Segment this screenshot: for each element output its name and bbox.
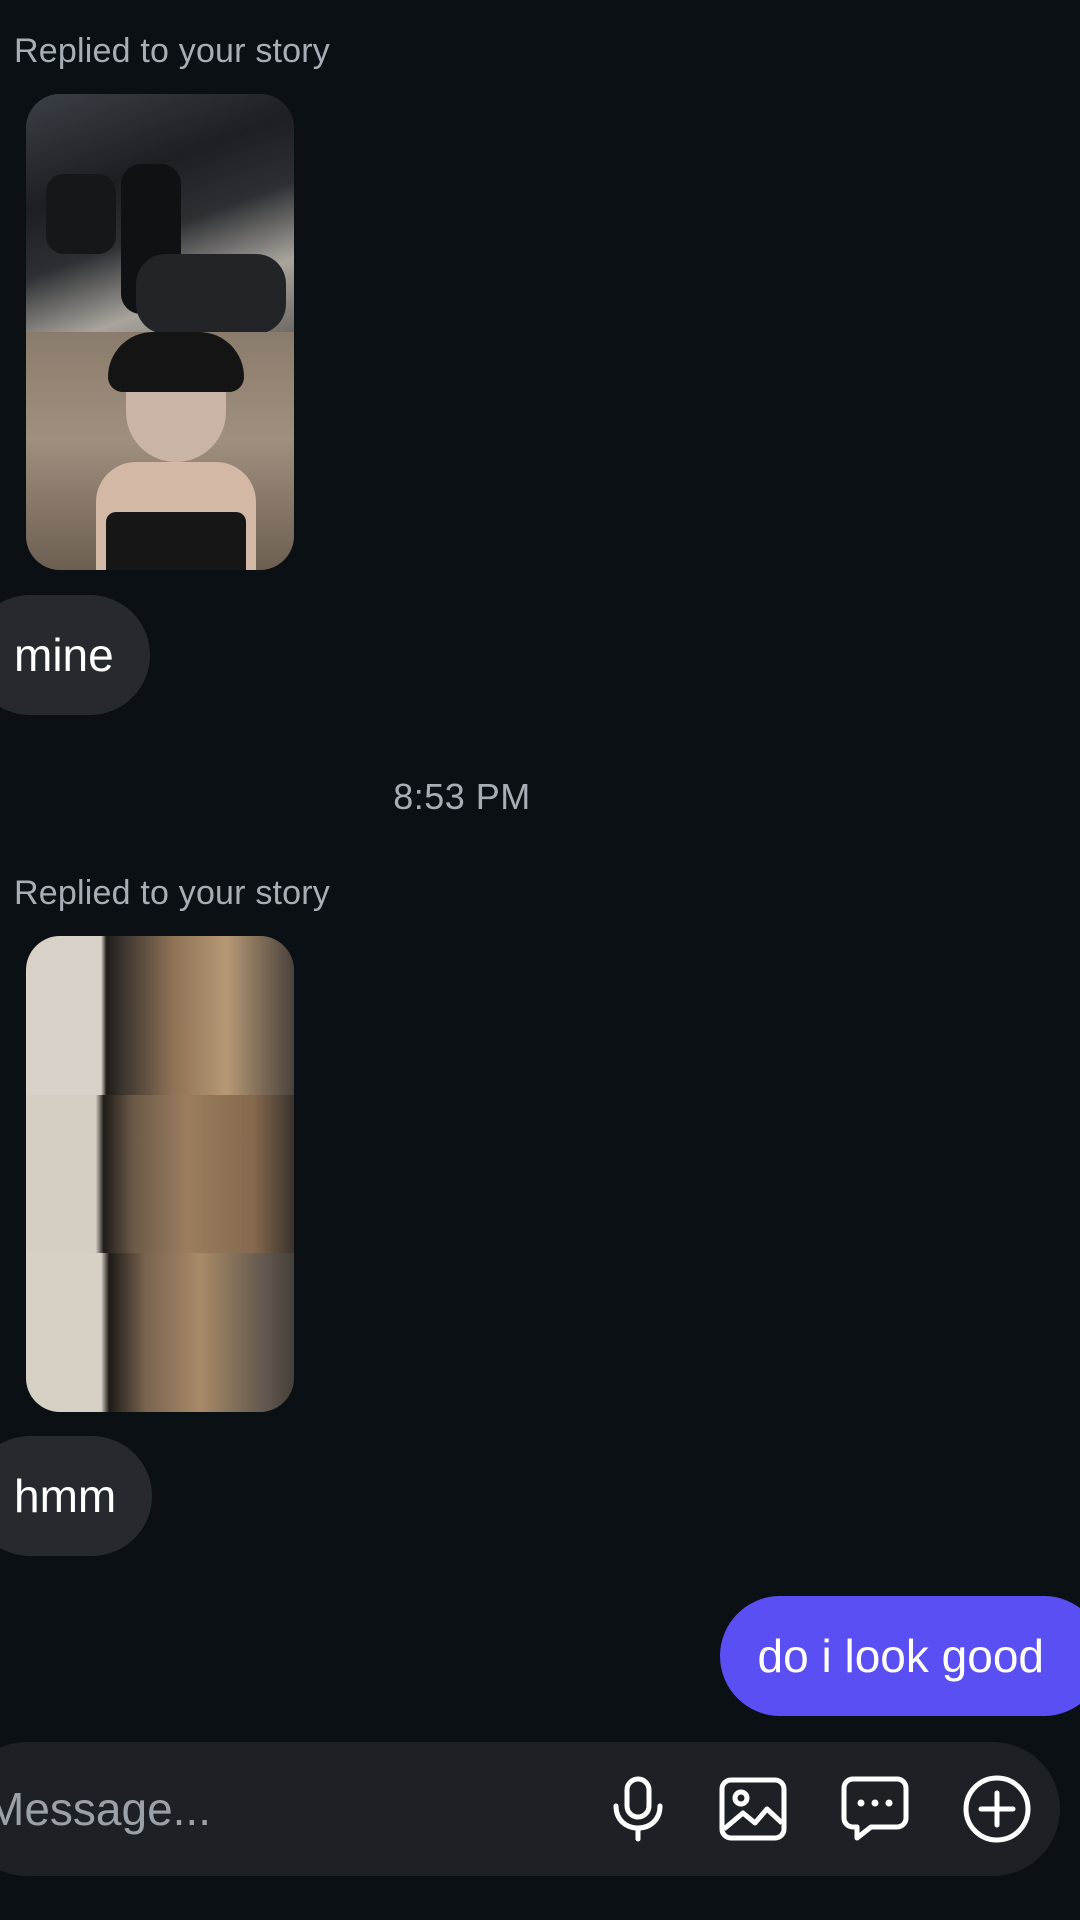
incoming-message-bubble[interactable]: mine [0,595,150,715]
car-interior-photo [26,94,294,332]
mirror-photo-1 [26,936,294,1095]
mirror-photo-2 [26,1094,294,1254]
microphone-icon[interactable] [602,1773,674,1845]
message-input[interactable] [0,1742,520,1876]
plus-circle-icon[interactable] [961,1773,1033,1845]
incoming-message-bubble[interactable]: hmm [0,1436,153,1556]
selfie-photo [26,332,294,570]
story-reply-label: Replied to your story [14,32,331,70]
story-reply-thumbnail[interactable] [26,94,294,570]
message-composer [0,1742,1060,1876]
story-reply-label: Replied to your story [14,874,331,912]
story-reply-thumbnail[interactable] [26,936,294,1412]
mirror-photo-3 [26,1253,294,1412]
chat-sticker-icon[interactable] [839,1773,911,1845]
image-icon[interactable] [717,1773,789,1845]
outgoing-message-bubble[interactable]: do i look good [719,1596,1080,1716]
message-timestamp: 8:53 PM [393,776,531,817]
